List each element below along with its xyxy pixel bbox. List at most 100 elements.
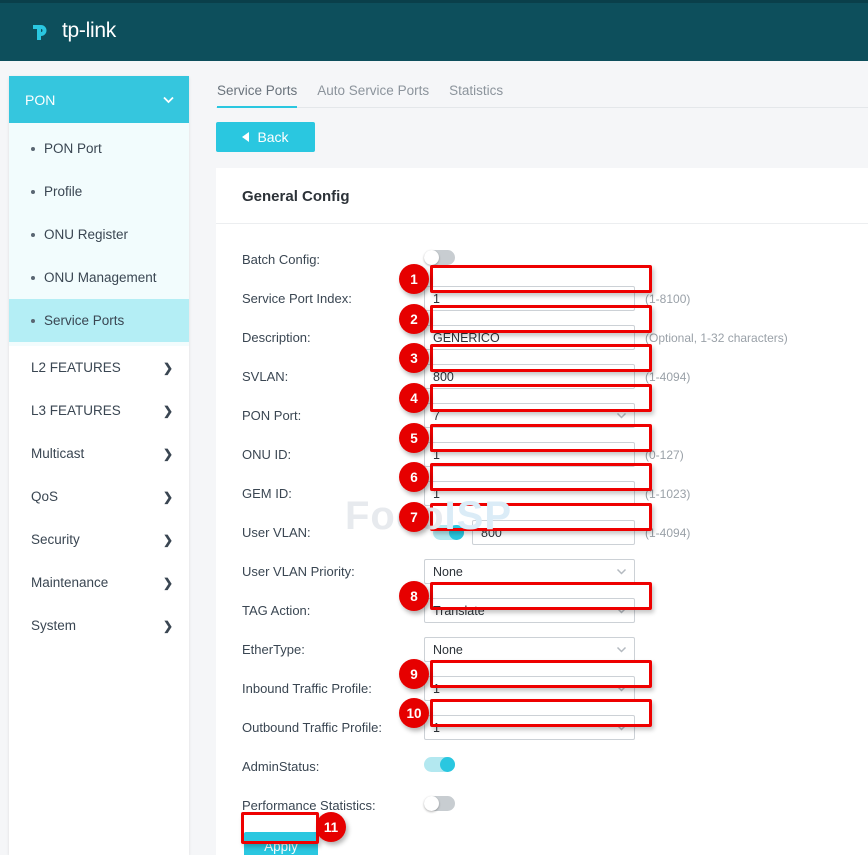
sidebar-item-multicast[interactable]: Multicast ❯	[9, 432, 189, 475]
annotation-badge-1: 1	[399, 264, 429, 294]
sidebar-item-label: Multicast	[31, 446, 85, 461]
select-value: 1	[433, 681, 440, 696]
toggle-knob	[448, 525, 464, 540]
description-input[interactable]	[424, 325, 635, 350]
config-form: Batch Config: Service Port Index: (1-810…	[216, 224, 868, 855]
field-label: User VLAN:	[242, 525, 311, 540]
tab-bar: Service Ports Auto Service Ports Statist…	[216, 76, 868, 108]
select-value: None	[433, 564, 463, 579]
sidebar-item-l3-features[interactable]: L3 FEATURES ❯	[9, 389, 189, 432]
annotation-badge-8: 8	[399, 581, 429, 611]
user-vlan-priority-select[interactable]: None	[424, 559, 635, 584]
sidebar-item-label: ONU Management	[44, 270, 157, 285]
user-vlan-group	[424, 520, 635, 545]
outbound-traffic-profile-select[interactable]: 1	[424, 715, 635, 740]
field-label: Description:	[242, 330, 311, 345]
field-user-vlan-priority: User VLAN Priority: None	[216, 552, 868, 591]
sidebar-item-qos[interactable]: QoS ❯	[9, 475, 189, 518]
service-port-index-input[interactable]	[424, 286, 635, 311]
annotation-badge-4: 4	[399, 383, 429, 413]
annotation-badge-5: 5	[399, 423, 429, 453]
field-batch-config: Batch Config:	[216, 240, 868, 279]
chevron-down-icon	[162, 93, 175, 109]
ethertype-select[interactable]: None	[424, 637, 635, 662]
sidebar-item-service-ports[interactable]: Service Ports	[9, 299, 189, 342]
sidebar-item-l2-features[interactable]: L2 FEATURES ❯	[9, 346, 189, 389]
field-gem-id: GEM ID: (1-1023)	[216, 474, 868, 513]
tab-service-ports[interactable]: Service Ports	[217, 83, 298, 108]
sidebar-item-label: Profile	[44, 184, 83, 199]
sidebar-item-profile[interactable]: Profile	[9, 170, 189, 213]
field-service-port-index: Service Port Index: (1-8100)	[216, 279, 868, 318]
select-value: None	[433, 642, 463, 657]
tplink-logo[interactable]: tp-link	[27, 16, 116, 46]
onu-id-input[interactable]	[424, 442, 635, 467]
inbound-traffic-profile-select[interactable]: 1	[424, 676, 635, 701]
field-hint: (1-4094)	[645, 525, 691, 540]
field-svlan: SVLAN: (1-4094)	[216, 357, 868, 396]
user-vlan-toggle[interactable]	[432, 525, 464, 540]
field-label: Performance Statistics:	[242, 798, 376, 813]
annotation-badge-7: 7	[399, 502, 429, 532]
chevron-right-icon: ❯	[162, 446, 173, 461]
apply-button[interactable]: Apply	[244, 832, 318, 855]
field-hint: (1-8100)	[645, 291, 691, 306]
sidebar-item-onu-register[interactable]: ONU Register	[9, 213, 189, 256]
header-accent-line	[0, 0, 868, 3]
annotation-badge-11: 11	[316, 812, 346, 842]
field-hint: (1-4094)	[645, 369, 691, 384]
app-header: tp-link	[0, 0, 868, 61]
chevron-down-icon	[616, 566, 627, 580]
field-label: Batch Config:	[242, 252, 321, 267]
select-value: 1	[433, 720, 440, 735]
svlan-input[interactable]	[424, 364, 635, 389]
tab-statistics[interactable]: Statistics	[449, 83, 503, 108]
field-performance-statistics: Performance Statistics:	[216, 786, 868, 825]
bullet-icon	[31, 146, 35, 151]
select-value: 7	[433, 408, 440, 423]
sidebar-item-system[interactable]: System ❯	[9, 604, 189, 647]
batch-config-toggle[interactable]	[424, 249, 455, 265]
chevron-right-icon: ❯	[162, 618, 173, 633]
field-user-vlan: User VLAN: (1-4094)	[216, 513, 868, 552]
select-value: Translate	[433, 603, 485, 618]
general-config-card: General Config FocoISP Batch Config: Ser…	[216, 168, 868, 855]
sidebar-item-label: Maintenance	[31, 575, 109, 590]
user-vlan-input[interactable]	[472, 520, 635, 545]
field-label: SVLAN:	[242, 369, 289, 384]
performance-statistics-toggle[interactable]	[424, 795, 455, 811]
annotation-badge-3: 3	[399, 343, 429, 373]
sidebar-section-pon[interactable]: PON	[9, 76, 189, 123]
tab-auto-service-ports[interactable]: Auto Service Ports	[317, 83, 429, 108]
sidebar-item-security[interactable]: Security ❯	[9, 518, 189, 561]
field-description: Description: (Optional, 1-32 characters)	[216, 318, 868, 357]
field-label: TAG Action:	[242, 603, 311, 618]
chevron-right-icon: ❯	[162, 532, 173, 547]
tplink-logo-icon	[27, 16, 57, 46]
sidebar-item-label: PON Port	[44, 141, 102, 156]
chevron-down-icon	[616, 605, 627, 619]
tag-action-select[interactable]: Translate	[424, 598, 635, 623]
field-label: Service Port Index:	[242, 291, 352, 306]
back-button[interactable]: Back	[216, 122, 315, 152]
field-hint: (0-127)	[645, 447, 684, 462]
chevron-down-icon	[616, 644, 627, 658]
gem-id-input[interactable]	[424, 481, 635, 506]
sidebar-item-label: System	[31, 618, 77, 633]
field-ethertype: EtherType: None	[216, 630, 868, 669]
bullet-icon	[31, 189, 35, 194]
annotation-badge-2: 2	[399, 304, 429, 334]
field-hint: (1-1023)	[645, 486, 691, 501]
field-label: PON Port:	[242, 408, 302, 423]
sidebar-item-label: QoS	[31, 489, 59, 504]
sidebar-item-onu-management[interactable]: ONU Management	[9, 256, 189, 299]
page-title: General Config	[216, 168, 868, 224]
chevron-right-icon: ❯	[162, 403, 173, 418]
triangle-left-icon	[242, 132, 250, 142]
admin-status-toggle[interactable]	[424, 756, 455, 772]
pon-port-select[interactable]: 7	[424, 403, 635, 428]
chevron-down-icon	[616, 722, 627, 736]
sidebar-item-pon-port[interactable]: PON Port	[9, 127, 189, 170]
back-button-label: Back	[257, 129, 289, 145]
sidebar-item-maintenance[interactable]: Maintenance ❯	[9, 561, 189, 604]
